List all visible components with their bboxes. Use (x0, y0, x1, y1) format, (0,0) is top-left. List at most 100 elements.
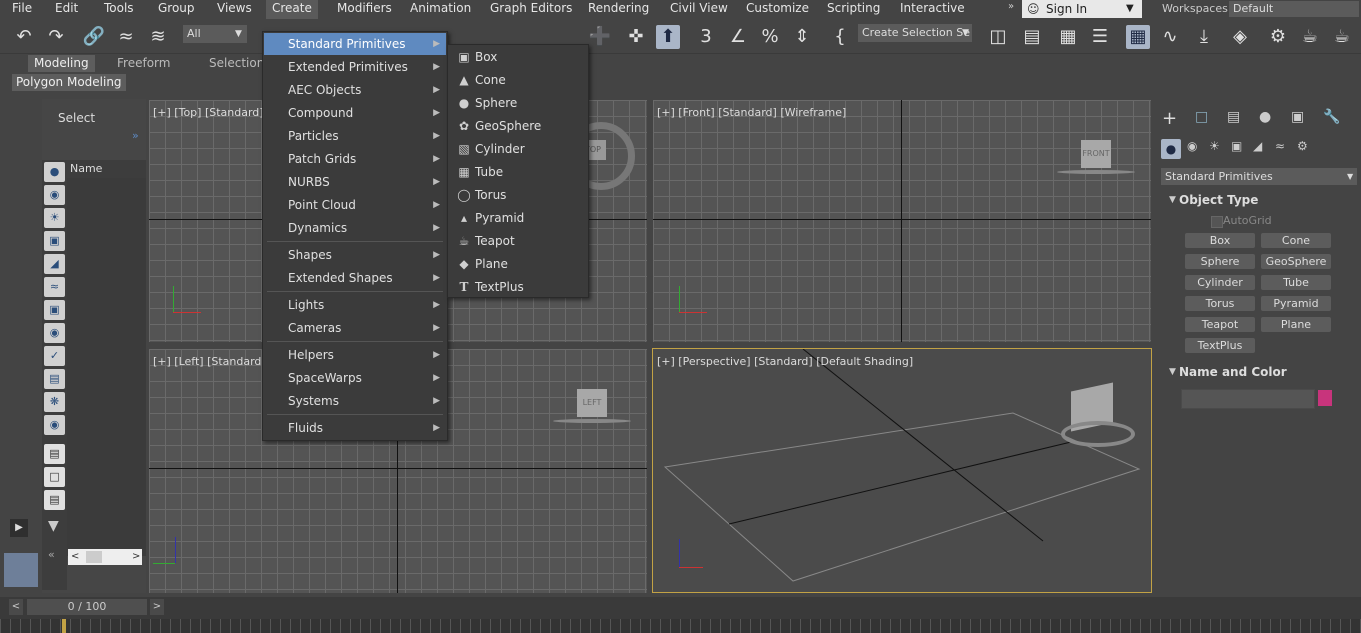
menu-item-compound[interactable]: Compound ▶ (264, 102, 446, 124)
material-editor-icon[interactable]: ◈ (1228, 25, 1252, 49)
shape-filter-icon[interactable]: ◉ (44, 185, 65, 205)
menu-item-helpers[interactable]: Helpers ▶ (264, 344, 446, 366)
container-filter-icon[interactable]: ▤ (44, 369, 65, 389)
sign-in-dropdown[interactable]: ☺ Sign In ▼ (1022, 0, 1142, 18)
menu-item-shapes[interactable]: Shapes ▶ (264, 244, 446, 266)
select-rotate-icon[interactable]: ✜ (624, 25, 648, 49)
menu-group[interactable]: Group (152, 0, 201, 18)
rendered-frame-icon[interactable]: ☕ (1298, 25, 1322, 49)
menu-overflow-icon[interactable]: » (1008, 1, 1014, 12)
bone-filter-icon[interactable]: ✓ (44, 346, 65, 366)
schematic-view-icon[interactable]: ⤓ (1192, 25, 1216, 49)
spacewarps-icon[interactable]: ≈ (1275, 139, 1285, 153)
mirror-icon[interactable]: ◫ (986, 25, 1010, 49)
viewport-layout-icon[interactable] (4, 553, 38, 587)
menu-modifiers[interactable]: Modifiers (331, 0, 398, 18)
submenu-item-geosphere[interactable]: ✿ GeoSphere (449, 115, 587, 138)
display-none-icon[interactable]: □ (44, 467, 65, 487)
prev-frame-icon[interactable]: < (9, 599, 23, 615)
submenu-item-cylinder[interactable]: ▧ Cylinder (449, 138, 587, 161)
workspaces-dropdown[interactable]: Default (1229, 1, 1359, 17)
polygon-modeling-panel[interactable]: Polygon Modeling (12, 74, 126, 91)
cylinder-button[interactable]: Cylinder (1185, 275, 1255, 290)
invert-display-icon[interactable]: ▤ (44, 490, 65, 510)
menu-civil-view[interactable]: Civil View (664, 0, 734, 18)
plane-button[interactable]: Plane (1261, 317, 1331, 332)
geometry-icon[interactable]: ● (1161, 139, 1181, 159)
named-selection-icon[interactable]: { (828, 25, 852, 49)
torus-button[interactable]: Torus (1185, 296, 1255, 311)
named-selection-set-dropdown[interactable]: Create Selection Se ▼ (858, 24, 972, 42)
scroll-thumb[interactable] (86, 551, 102, 563)
utilities-tab-icon[interactable]: 🔧 (1323, 109, 1340, 125)
autogrid-checkbox[interactable] (1211, 216, 1223, 228)
layer-explorer-icon[interactable]: ☰ (1088, 25, 1112, 49)
percent-snap-icon[interactable]: % (758, 25, 782, 49)
submenu-item-cone[interactable]: ▲ Cone (449, 69, 587, 92)
menu-item-aec-objects[interactable]: AEC Objects ▶ (264, 79, 446, 101)
viewport-left-label[interactable]: [+] [Left] [Standard] (153, 355, 266, 368)
systems-icon[interactable]: ⚙ (1297, 139, 1308, 153)
menu-item-extended-primitives[interactable]: Extended Primitives ▶ (264, 56, 446, 78)
render-setup-icon[interactable]: ⚙ (1266, 25, 1290, 49)
submenu-item-sphere[interactable]: ● Sphere (449, 92, 587, 115)
menu-animation[interactable]: Animation (404, 0, 477, 18)
menu-item-lights[interactable]: Lights ▶ (264, 294, 446, 316)
expand-icon[interactable]: » (132, 129, 139, 142)
teapot-button[interactable]: Teapot (1185, 317, 1255, 332)
box-button[interactable]: Box (1185, 233, 1255, 248)
scene-list[interactable] (67, 178, 146, 556)
spinner-snap-icon[interactable]: ⇕ (790, 25, 814, 49)
menu-item-extended-shapes[interactable]: Extended Shapes ▶ (264, 267, 446, 289)
tab-freeform[interactable]: Freeform (111, 55, 176, 72)
submenu-item-teapot[interactable]: ☕ Teapot (449, 230, 587, 253)
menu-scripting[interactable]: Scripting (821, 0, 886, 18)
light-filter-icon[interactable]: ☀ (44, 208, 65, 228)
scroll-left-icon[interactable]: < (71, 549, 79, 565)
time-slider[interactable]: 0 / 100 (27, 599, 147, 615)
menu-item-cameras[interactable]: Cameras ▶ (264, 317, 446, 339)
object-type-title[interactable]: Object Type (1179, 193, 1258, 207)
tab-modeling[interactable]: Modeling (28, 55, 95, 72)
collapse-rollout-icon[interactable]: ▼ (1169, 367, 1176, 377)
link-icon[interactable]: 🔗 (82, 25, 106, 49)
viewcube-left[interactable]: LEFT (577, 389, 607, 417)
unlink-icon[interactable]: ≈ (114, 25, 138, 49)
helper-filter-icon[interactable]: ◢ (44, 254, 65, 274)
collapse-icon[interactable]: « (48, 548, 55, 561)
menu-edit[interactable]: Edit (49, 0, 84, 18)
angle-snap-icon[interactable]: ∠ (726, 25, 750, 49)
render-icon[interactable]: ☕ (1330, 25, 1354, 49)
submenu-item-torus[interactable]: ◯ Torus (449, 184, 587, 207)
menu-create[interactable]: Create (266, 0, 318, 19)
menu-item-point-cloud[interactable]: Point Cloud ▶ (264, 194, 446, 216)
object-name-input[interactable] (1181, 389, 1315, 409)
collapse-rollout-icon[interactable]: ▼ (1169, 195, 1176, 205)
tab-selection[interactable]: Selection (203, 55, 270, 72)
bind-spacewarp-icon[interactable]: ≋ (146, 25, 170, 49)
menu-rendering[interactable]: Rendering (582, 0, 655, 18)
menu-views[interactable]: Views (211, 0, 258, 18)
placement-icon[interactable]: ⬆ (656, 25, 680, 49)
menu-tools[interactable]: Tools (98, 0, 140, 18)
pyramid-button[interactable]: Pyramid (1261, 296, 1331, 311)
submenu-item-textplus[interactable]: T TextPlus (449, 276, 587, 299)
menu-item-particles[interactable]: Particles ▶ (264, 125, 446, 147)
menu-item-systems[interactable]: Systems ▶ (264, 390, 446, 412)
motion-tab-icon[interactable]: ● (1259, 109, 1271, 125)
curve-editor-icon[interactable]: ∿ (1158, 25, 1182, 49)
viewport-front[interactable]: [+] [Front] [Standard] [Wireframe] FRONT (653, 100, 1151, 342)
helpers-icon[interactable]: ◢ (1253, 139, 1262, 153)
menu-item-spacewarps[interactable]: SpaceWarps ▶ (264, 367, 446, 389)
viewcube-front[interactable]: FRONT (1081, 140, 1111, 168)
camera-filter-icon[interactable]: ▣ (44, 231, 65, 251)
group-filter-icon[interactable]: ▣ (44, 300, 65, 320)
submenu-item-plane[interactable]: ◆ Plane (449, 253, 587, 276)
play-icon[interactable]: ▶ (10, 519, 28, 537)
menu-item-patch-grids[interactable]: Patch Grids ▶ (264, 148, 446, 170)
track-bar[interactable] (0, 619, 1361, 633)
menu-item-fluids[interactable]: Fluids ▶ (264, 417, 446, 439)
select-move-icon[interactable]: ➕ (588, 25, 612, 49)
redo-icon[interactable]: ↷ (44, 25, 68, 49)
align-icon[interactable]: ▤ (1020, 25, 1044, 49)
